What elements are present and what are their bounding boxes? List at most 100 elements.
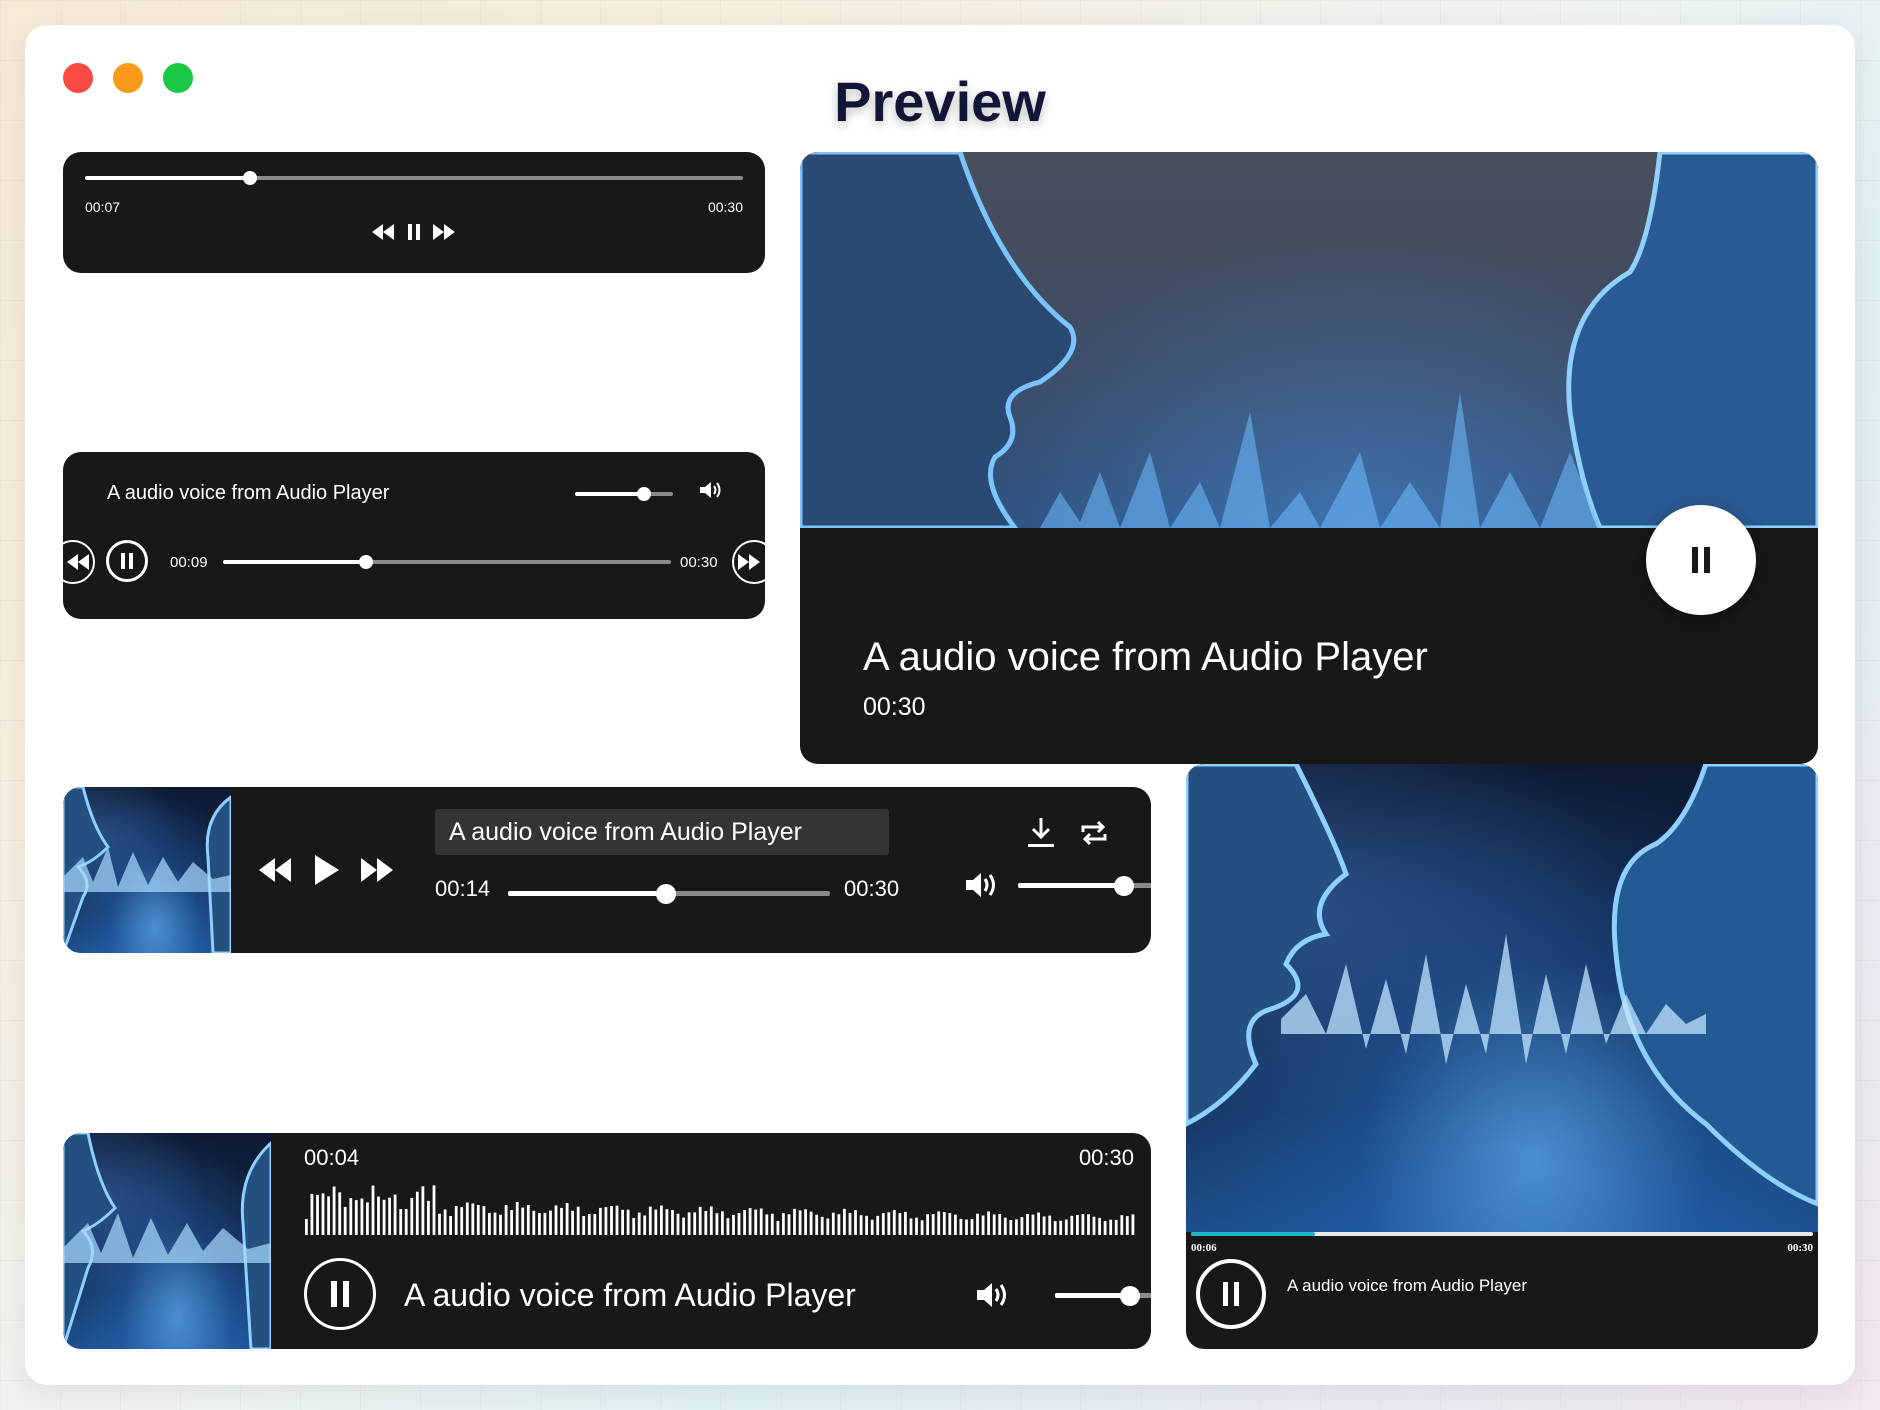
waveform-bar [587, 1214, 591, 1235]
waveform-bar [460, 1207, 464, 1235]
volume-icon[interactable] [965, 869, 999, 901]
waveform-bar [1098, 1217, 1101, 1235]
waveform-bar [754, 1209, 758, 1235]
waveform-bar [471, 1203, 475, 1235]
video-progress-fill [1191, 1232, 1316, 1236]
fast-forward-icon[interactable] [432, 222, 456, 242]
volume-player-progress-slider[interactable] [223, 555, 671, 569]
waveform-bar [415, 1191, 419, 1235]
volume-player-duration: 00:30 [680, 554, 718, 571]
waveform-bar [521, 1207, 525, 1235]
waveform-bar [1064, 1219, 1068, 1235]
waveform-bar [709, 1206, 713, 1235]
waveform-volume-slider[interactable] [1055, 1285, 1151, 1306]
waveform-bar [865, 1215, 868, 1235]
waveform-bar [443, 1209, 447, 1235]
cover-card-player: A audio voice from Audio Player 00:30 [800, 152, 1818, 764]
waveform-bar [488, 1212, 491, 1235]
waveform-bar [904, 1211, 907, 1235]
waveform-volume-knob[interactable] [1120, 1285, 1140, 1306]
toolbar-progress-slider[interactable] [508, 883, 830, 904]
waveform-bar [782, 1213, 785, 1235]
waveform-bar [493, 1212, 497, 1235]
waveform-bar [837, 1214, 841, 1235]
waveform-bar [465, 1202, 469, 1235]
waveform-bar [404, 1209, 408, 1235]
fast-forward-button[interactable] [732, 540, 765, 584]
toolbar-volume-slider[interactable] [1018, 875, 1151, 896]
mini-progress-slider[interactable] [85, 171, 743, 185]
waveform-bar [648, 1206, 652, 1235]
waveform-bar [1003, 1217, 1007, 1235]
waveform-bar [366, 1202, 369, 1235]
toolbar-artwork [63, 787, 231, 953]
rewind-button[interactable] [63, 540, 95, 584]
waveform-bar [305, 1219, 308, 1235]
fast-forward-icon[interactable] [360, 855, 394, 885]
waveform-volume-fill [1055, 1293, 1130, 1298]
mini-progress-knob[interactable] [242, 171, 257, 185]
waveform-bar [410, 1197, 414, 1235]
preview-window: Preview 00:07 00:30 A audio voice from A… [25, 25, 1855, 1385]
waveform-bar [1042, 1216, 1046, 1235]
volume-player-title: A audio voice from Audio Player [107, 482, 390, 504]
play-icon[interactable] [312, 853, 342, 887]
mini-player: 00:07 00:30 [63, 152, 765, 273]
pause-button[interactable] [304, 1258, 376, 1330]
waveform-bar [815, 1214, 819, 1235]
waveform-bar [737, 1213, 741, 1235]
video-progress-slider[interactable] [1191, 1232, 1813, 1236]
video-card-player: 00:06 00:30 A audio voice from Audio Pla… [1186, 764, 1818, 1349]
download-icon[interactable] [1025, 817, 1057, 849]
waveform-bar [987, 1211, 990, 1235]
volume-icon[interactable] [699, 478, 723, 502]
waveform-bar [310, 1193, 314, 1235]
pause-icon[interactable] [404, 222, 424, 242]
waveform-bar [715, 1213, 719, 1235]
volume-slider[interactable] [575, 487, 673, 501]
waveform-bar [826, 1218, 830, 1235]
waveform-bar [532, 1210, 536, 1235]
waveform-bar [665, 1209, 669, 1235]
waveform-bar [349, 1198, 353, 1235]
waveform-bar [576, 1206, 580, 1235]
waveform-bar [1020, 1217, 1024, 1235]
toolbar-player: A audio voice from Audio Player 00:14 00… [63, 787, 1151, 953]
waveform-bar [1125, 1216, 1129, 1235]
waveform-bar [1026, 1214, 1029, 1235]
waveform-bar [1087, 1214, 1090, 1235]
waveform-bar [942, 1212, 946, 1235]
toolbar-progress-knob[interactable] [655, 883, 676, 904]
waveform-bar [848, 1213, 852, 1235]
waveform-bar [1048, 1215, 1052, 1235]
waveform-bar [687, 1212, 691, 1235]
waveform-bar [759, 1208, 763, 1235]
waveform-bar [671, 1210, 674, 1235]
volume-player-progress-knob[interactable] [359, 555, 374, 569]
pause-button[interactable] [1646, 505, 1756, 615]
waveform-bar [1015, 1219, 1018, 1235]
waveform-bar [399, 1209, 403, 1235]
rewind-icon[interactable] [371, 222, 395, 242]
repeat-icon[interactable] [1077, 817, 1111, 849]
waveform-bar [571, 1210, 574, 1235]
rewind-icon[interactable] [258, 855, 292, 885]
waveform-bar [438, 1213, 441, 1235]
waveform-bar [976, 1213, 979, 1235]
waveform-bar [1092, 1216, 1096, 1235]
video-duration: 00:30 [1787, 1242, 1813, 1254]
waveform-bar [371, 1185, 375, 1235]
waveform-bar [654, 1209, 658, 1235]
waveform-bar [526, 1205, 530, 1235]
pause-button[interactable] [1196, 1259, 1266, 1329]
volume-icon[interactable] [976, 1280, 1010, 1310]
pause-button[interactable] [106, 540, 148, 582]
waveform-bar [998, 1213, 1002, 1235]
waveform-bar [965, 1219, 968, 1235]
volume-knob[interactable] [636, 487, 651, 501]
toolbar-volume-knob[interactable] [1114, 875, 1135, 896]
waveform-visualizer[interactable] [305, 1179, 1137, 1235]
mini-duration: 00:30 [707, 199, 743, 215]
waveform-bar [427, 1200, 430, 1235]
waveform-bar [1076, 1214, 1079, 1235]
